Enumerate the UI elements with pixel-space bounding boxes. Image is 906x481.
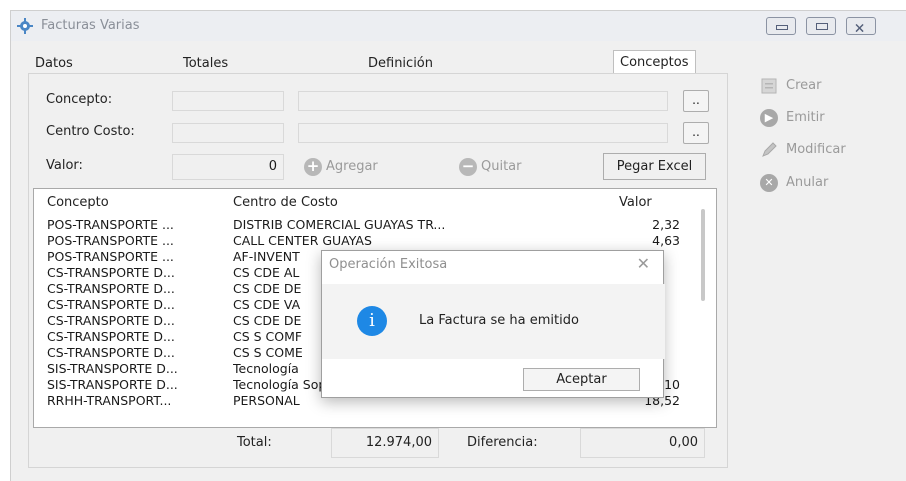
tab-datos-factura[interactable]: Datos de Factura (29, 53, 89, 115)
column-header-centro-costo[interactable]: Centro de Costo (233, 195, 338, 210)
gear-app-icon (17, 18, 33, 34)
success-dialog: Operación Exitosa ✕ i La Factura se ha e… (321, 250, 665, 398)
cell-valor: 2,32 (652, 217, 680, 232)
diferencia-label: Diferencia: (467, 435, 538, 450)
cell-valor: 4,63 (652, 233, 680, 248)
close-button[interactable]: 🗙 (846, 17, 876, 35)
remove-icon: − (459, 157, 477, 176)
agregar-button[interactable]: + Agregar (304, 154, 378, 180)
new-document-icon (761, 78, 777, 94)
emitir-label: Emitir (786, 110, 825, 125)
cell-concepto: CS-TRANSPORTE D... (47, 265, 175, 280)
aceptar-button[interactable]: Aceptar (523, 368, 640, 391)
concepto-code-field[interactable] (172, 91, 284, 111)
cell-centro-costo: DISTRIB COMERCIAL GUAYAS TR... (233, 217, 446, 232)
dialog-message: La Factura se ha emitido (419, 313, 579, 328)
desktop-strip (0, 0, 906, 10)
cell-concepto: RRHH-TRANSPORT... (47, 393, 172, 408)
minimize-button[interactable] (766, 17, 796, 35)
tab-totales-factura[interactable]: Totales de la Factura (177, 53, 237, 115)
title-bar: Facturas Varias 🗙 (11, 11, 906, 41)
concepto-label: Concepto: (46, 92, 113, 107)
cell-concepto: POS-TRANSPORTE ... (47, 233, 174, 248)
modificar-button[interactable]: Modificar (760, 136, 900, 164)
total-label: Total: (237, 435, 272, 450)
anular-label: Anular (786, 175, 829, 190)
agregar-label: Agregar (326, 159, 378, 174)
centro-costo-name-field[interactable] (298, 123, 668, 143)
column-header-valor[interactable]: Valor (619, 195, 652, 210)
cell-concepto: CS-TRANSPORTE D... (47, 297, 175, 312)
cell-concepto: POS-TRANSPORTE ... (47, 249, 174, 264)
table-row[interactable]: POS-TRANSPORTE ... CALL CENTER GUAYAS 4,63 (34, 233, 714, 249)
cancel-icon: ✕ (760, 174, 778, 192)
crear-label: Crear (786, 78, 822, 93)
modificar-label: Modificar (786, 142, 846, 157)
pegar-excel-button[interactable]: Pegar Excel (603, 153, 706, 180)
cell-concepto: CS-TRANSPORTE D... (47, 281, 175, 296)
dialog-title: Operación Exitosa (329, 257, 448, 272)
dialog-body: i La Factura se ha emitido (322, 284, 665, 359)
add-icon: + (304, 157, 322, 176)
centro-costo-label: Centro Costo: (46, 124, 135, 139)
concepto-name-field[interactable] (298, 91, 668, 111)
crear-button[interactable]: Crear (760, 72, 900, 100)
anular-button[interactable]: ✕ Anular (760, 169, 900, 197)
total-value: 12.974,00 (331, 428, 439, 458)
centro-costo-code-field[interactable] (172, 123, 284, 143)
cell-centro-costo: CALL CENTER GUAYAS (233, 233, 372, 248)
cell-concepto: CS-TRANSPORTE D... (47, 329, 175, 344)
concepto-lookup-button[interactable]: .. (683, 90, 709, 112)
emitir-button[interactable]: ▶ Emitir (760, 104, 900, 132)
minimize-icon (776, 25, 788, 30)
table-row[interactable]: POS-TRANSPORTE ... DISTRIB COMERCIAL GUAY… (34, 217, 714, 233)
cell-concepto: CS-TRANSPORTE D... (47, 345, 175, 360)
info-icon: i (357, 306, 387, 336)
valor-label: Valor: (46, 158, 83, 173)
diferencia-value: 0,00 (580, 428, 705, 458)
cell-concepto: SIS-TRANSPORTE D... (47, 361, 178, 376)
quitar-label: Quitar (481, 159, 522, 174)
centro-costo-lookup-button[interactable]: .. (683, 122, 709, 144)
grid-scrollbar[interactable] (701, 209, 705, 301)
cell-concepto: POS-TRANSPORTE ... (47, 217, 174, 232)
pencil-icon (762, 142, 777, 157)
play-icon: ▶ (760, 109, 778, 127)
window-title: Facturas Varias (41, 18, 140, 33)
maximize-icon (816, 23, 828, 30)
dialog-close-icon[interactable]: ✕ (637, 254, 650, 273)
maximize-button[interactable] (806, 17, 836, 35)
quitar-button[interactable]: − Quitar (459, 154, 522, 180)
cell-concepto: CS-TRANSPORTE D... (47, 313, 175, 328)
cell-concepto: SIS-TRANSPORTE D... (47, 377, 178, 392)
tab-definicion-pagos[interactable]: Definición de Pagos en Cuotas (362, 53, 439, 137)
close-icon: 🗙 (855, 20, 865, 34)
valor-field[interactable]: 0 (172, 154, 284, 180)
column-header-concepto[interactable]: Concepto (47, 195, 109, 210)
